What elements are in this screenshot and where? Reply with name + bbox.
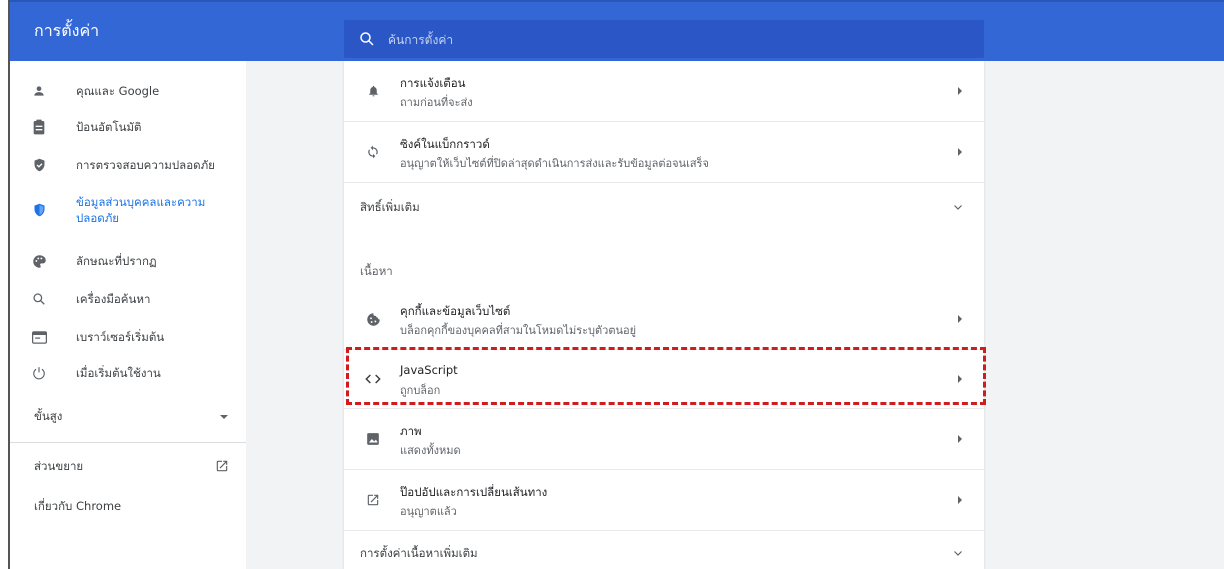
- row-subtitle: ถามก่อนที่จะส่ง: [400, 96, 473, 109]
- palette-icon: [30, 252, 48, 270]
- sidebar-item-appearance[interactable]: ลักษณะที่ปรากฏ: [10, 241, 246, 281]
- row-title: JavaScript: [400, 363, 458, 377]
- browser-icon: [30, 328, 48, 346]
- row-subtitle: บล็อกคุกกี้ของบุคคลที่สามในโหมดไม่ระบุตั…: [400, 324, 637, 337]
- sidebar-divider: [10, 442, 246, 443]
- sidebar-item-you-and-google[interactable]: คุณและ Google: [10, 71, 246, 111]
- code-icon: [364, 370, 382, 388]
- sidebar-item-search-engine[interactable]: เครื่องมือค้นหา: [10, 279, 246, 319]
- arrow-right-icon: [958, 148, 962, 156]
- top-bar: การตั้งค่า ค้นการตั้งค่า: [10, 0, 1224, 61]
- search-icon: [360, 32, 374, 46]
- sidebar-item-label: ข้อมูลส่วนบุคคลและความปลอดภัย: [76, 195, 206, 225]
- sidebar-item-label: เบราว์เซอร์เริ่มต้น: [76, 330, 165, 344]
- row-additional-permissions[interactable]: สิทธิ์เพิ่มเติม: [344, 183, 984, 229]
- sidebar-item-label: คุณและ Google: [76, 84, 160, 98]
- person-icon: [30, 82, 48, 100]
- sidebar-item-label: ป้อนอัตโนมัติ: [76, 120, 142, 134]
- caret-down-icon: [220, 415, 228, 419]
- arrow-right-icon: [958, 496, 962, 504]
- row-images[interactable]: ภาพ แสดงทั้งหมด: [344, 409, 984, 469]
- advanced-label: ขั้นสูง: [34, 409, 63, 423]
- row-notifications[interactable]: การแจ้งเตือน ถามก่อนที่จะส่ง: [344, 61, 984, 121]
- sidebar: คุณและ Google ป้อนอัตโนมัติ การตรวจสอบคว…: [10, 61, 246, 569]
- sidebar-item-privacy-security[interactable]: ข้อมูลส่วนบุคคลและความปลอดภัย: [10, 187, 246, 233]
- row-subtitle: อนุญาตแล้ว: [400, 505, 457, 518]
- sidebar-item-label: เครื่องมือค้นหา: [76, 292, 151, 306]
- open-in-new-icon: [216, 460, 228, 472]
- sidebar-item-on-startup[interactable]: เมื่อเริ่มต้นใช้งาน: [10, 353, 246, 393]
- settings-card: การแจ้งเตือน ถามก่อนที่จะส่ง ซิงค์ในแบ็ก…: [344, 61, 984, 569]
- chevron-down-icon: [954, 205, 962, 210]
- row-title: ซิงค์ในแบ็กกราวด์: [400, 137, 490, 151]
- sidebar-item-autofill[interactable]: ป้อนอัตโนมัติ: [10, 107, 246, 147]
- row-title: คุกกี้และข้อมูลเว็บไซต์: [400, 304, 511, 318]
- about-label: เกี่ยวกับ Chrome: [34, 499, 122, 513]
- search-icon: [30, 290, 48, 308]
- search-input[interactable]: ค้นการตั้งค่า: [344, 20, 984, 58]
- row-cookies[interactable]: คุกกี้และข้อมูลเว็บไซต์ บล็อกคุกกี้ของบุ…: [344, 289, 984, 349]
- sidebar-item-label: เมื่อเริ่มต้นใช้งาน: [76, 366, 161, 380]
- row-subtitle: แสดงทั้งหมด: [400, 444, 461, 457]
- row-popups[interactable]: ป๊อปอัปและการเปลี่ยนเส้นทาง อนุญาตแล้ว: [344, 470, 984, 530]
- cookie-icon: [364, 310, 382, 328]
- sidebar-item-default-browser[interactable]: เบราว์เซอร์เริ่มต้น: [10, 317, 246, 357]
- arrow-right-icon: [958, 375, 962, 383]
- page-title: การตั้งค่า: [34, 21, 100, 40]
- sidebar-advanced-toggle[interactable]: ขั้นสูง: [10, 397, 246, 437]
- additional-content-label: การตั้งค่าเนื้อหาเพิ่มเติม: [360, 546, 478, 560]
- settings-window: การตั้งค่า ค้นการตั้งค่า คุณและ Google ป…: [8, 0, 1224, 569]
- row-javascript[interactable]: JavaScript ถูกบล็อก: [344, 350, 984, 408]
- arrow-right-icon: [958, 87, 962, 95]
- sidebar-item-extensions[interactable]: ส่วนขยาย: [10, 447, 246, 487]
- sync-icon: [364, 143, 382, 161]
- power-icon: [30, 364, 48, 382]
- content-section-header: เนื้อหา: [360, 264, 393, 278]
- chevron-down-icon: [954, 551, 962, 556]
- row-title: ป๊อปอัปและการเปลี่ยนเส้นทาง: [400, 485, 548, 499]
- shield-check-icon: [30, 156, 48, 174]
- image-icon: [364, 430, 382, 448]
- arrow-right-icon: [958, 435, 962, 443]
- sidebar-item-label: การตรวจสอบความปลอดภัย: [76, 158, 215, 172]
- extensions-label: ส่วนขยาย: [34, 459, 84, 473]
- sidebar-item-safety-check[interactable]: การตรวจสอบความปลอดภัย: [10, 145, 246, 185]
- shield-icon: [30, 201, 48, 219]
- row-additional-content-settings[interactable]: การตั้งค่าเนื้อหาเพิ่มเติม: [344, 531, 984, 569]
- sidebar-item-label: ลักษณะที่ปรากฏ: [76, 254, 157, 268]
- row-background-sync[interactable]: ซิงค์ในแบ็กกราวด์ อนุญาตให้เว็บไซต์ที่ปิ…: [344, 122, 984, 182]
- search-placeholder: ค้นการตั้งค่า: [388, 33, 454, 47]
- bell-icon: [364, 82, 382, 100]
- row-subtitle: อนุญาตให้เว็บไซต์ที่ปิดล่าสุดดำเนินการส่…: [400, 157, 709, 170]
- clipboard-icon: [30, 118, 48, 136]
- sidebar-item-about-chrome[interactable]: เกี่ยวกับ Chrome: [10, 487, 246, 527]
- row-title: ภาพ: [400, 424, 422, 438]
- arrow-right-icon: [958, 315, 962, 323]
- row-subtitle: ถูกบล็อก: [400, 384, 441, 397]
- popup-icon: [364, 491, 382, 509]
- row-title: การแจ้งเตือน: [400, 76, 466, 90]
- additional-permissions-label: สิทธิ์เพิ่มเติม: [360, 200, 420, 214]
